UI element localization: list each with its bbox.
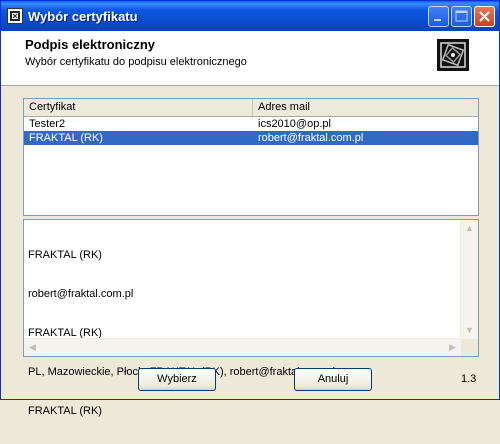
certificate-list[interactable]: Certyfikat Adres mail Tester2 ics2010@op… bbox=[23, 98, 479, 216]
details-line: PL, Mazowieckie, Płock, FRAKTAL (RK), ro… bbox=[28, 366, 336, 378]
title-bar[interactable]: Wybór certyfikatu bbox=[1, 1, 499, 31]
window-title: Wybór certyfikatu bbox=[28, 9, 138, 24]
scroll-right-icon[interactable]: ▶ bbox=[445, 340, 460, 355]
scrollbar-corner bbox=[461, 339, 478, 356]
minimize-button[interactable] bbox=[428, 6, 449, 27]
dialog-header: Podpis elektroniczny Wybór certyfikatu d… bbox=[1, 31, 499, 86]
certificate-row-selected[interactable]: FRAKTAL (RK) robert@fraktal.com.pl bbox=[24, 131, 478, 145]
maximize-button[interactable] bbox=[451, 6, 472, 27]
version-label: 1.3 bbox=[461, 373, 477, 385]
app-icon[interactable] bbox=[7, 8, 23, 24]
scroll-down-icon[interactable]: ▼ bbox=[462, 323, 477, 338]
vertical-scrollbar[interactable]: ▲ ▼ bbox=[460, 220, 478, 339]
details-line: robert@fraktal.com.pl bbox=[28, 288, 134, 300]
details-text: FRAKTAL (RK) robert@fraktal.com.pl FRAKT… bbox=[28, 223, 459, 444]
column-header-email[interactable]: Adres mail bbox=[253, 99, 478, 116]
select-button[interactable]: Wybierz bbox=[138, 368, 216, 391]
dialog-window: Wybór certyfikatu Podpis elektroniczny W… bbox=[0, 0, 500, 417]
certificate-name: Tester2 bbox=[29, 118, 66, 130]
scroll-left-icon[interactable]: ◀ bbox=[25, 340, 40, 355]
header-subtitle: Wybór certyfikatu do podpisu elektronicz… bbox=[25, 56, 247, 68]
header-title: Podpis elektroniczny bbox=[25, 37, 156, 52]
fractal-logo-icon bbox=[437, 39, 469, 71]
cancel-button[interactable]: Anuluj bbox=[294, 368, 372, 391]
certificate-email: ics2010@op.pl bbox=[258, 118, 331, 130]
details-line: FRAKTAL (RK) bbox=[28, 405, 102, 417]
certificate-row[interactable]: Tester2 ics2010@op.pl bbox=[24, 117, 478, 131]
certificate-email: robert@fraktal.com.pl bbox=[258, 132, 364, 144]
close-button[interactable] bbox=[474, 6, 495, 27]
column-header-certificate[interactable]: Certyfikat bbox=[24, 99, 253, 116]
certificate-name: FRAKTAL (RK) bbox=[29, 132, 103, 144]
scroll-up-icon[interactable]: ▲ bbox=[462, 221, 477, 236]
horizontal-scrollbar[interactable]: ◀ ▶ bbox=[24, 338, 461, 356]
details-line: FRAKTAL (RK) bbox=[28, 249, 102, 261]
list-header: Certyfikat Adres mail bbox=[24, 99, 478, 117]
certificate-details[interactable]: FRAKTAL (RK) robert@fraktal.com.pl FRAKT… bbox=[23, 219, 479, 417]
